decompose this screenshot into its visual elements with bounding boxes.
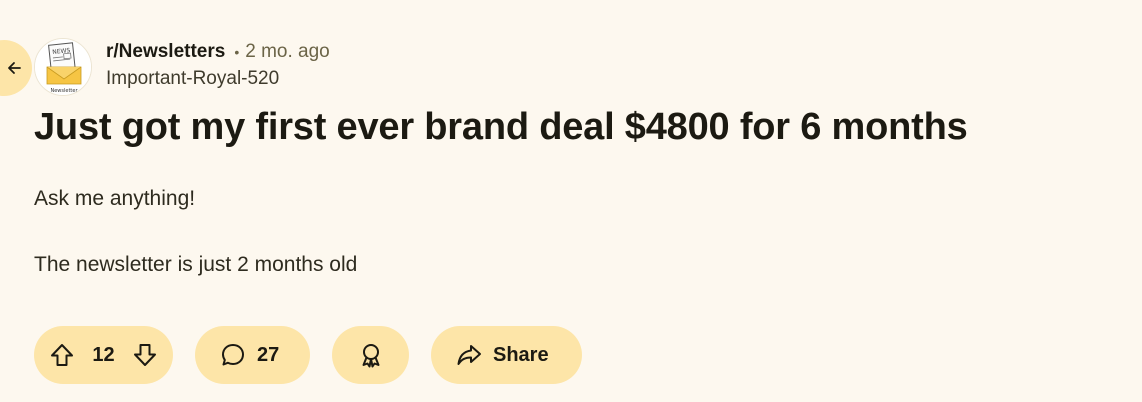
meta-separator: • [234,44,240,60]
upvote-icon[interactable] [48,341,76,369]
subreddit-link[interactable]: r/Newsletters [106,41,225,63]
arrow-left-icon [6,60,22,76]
comments-button[interactable]: 27 [195,326,310,384]
post-page: NEWS Newsletter r/Newsletters • 2 mo. ag… [0,0,1142,402]
avatar-caption: Newsletter [50,88,78,94]
share-arrow-icon [455,341,483,369]
vote-count: 12 [92,343,115,366]
share-button[interactable]: Share [431,326,582,384]
comment-bubble-icon [219,341,247,369]
newsletter-logo-icon: NEWS Newsletter [35,39,91,95]
award-ribbon-icon [357,341,385,369]
post-time: 2 mo. ago [245,41,330,62]
post-actions: 12 27 Share [34,326,582,384]
post-title: Just got my first ever brand deal $4800 … [34,106,968,148]
author-link[interactable]: Important-Royal-520 [106,68,330,90]
subreddit-avatar[interactable]: NEWS Newsletter [34,38,92,96]
downvote-icon[interactable] [131,341,159,369]
vote-control: 12 [34,326,173,384]
back-button[interactable] [0,40,32,96]
share-label: Share [493,343,549,366]
comment-count: 27 [257,343,280,366]
post-meta: r/Newsletters • 2 mo. ago Important-Roya… [106,40,330,90]
post-body-paragraph: The newsletter is just 2 months old [34,253,358,276]
award-button[interactable] [332,326,409,384]
post-body-paragraph: Ask me anything! [34,187,196,210]
